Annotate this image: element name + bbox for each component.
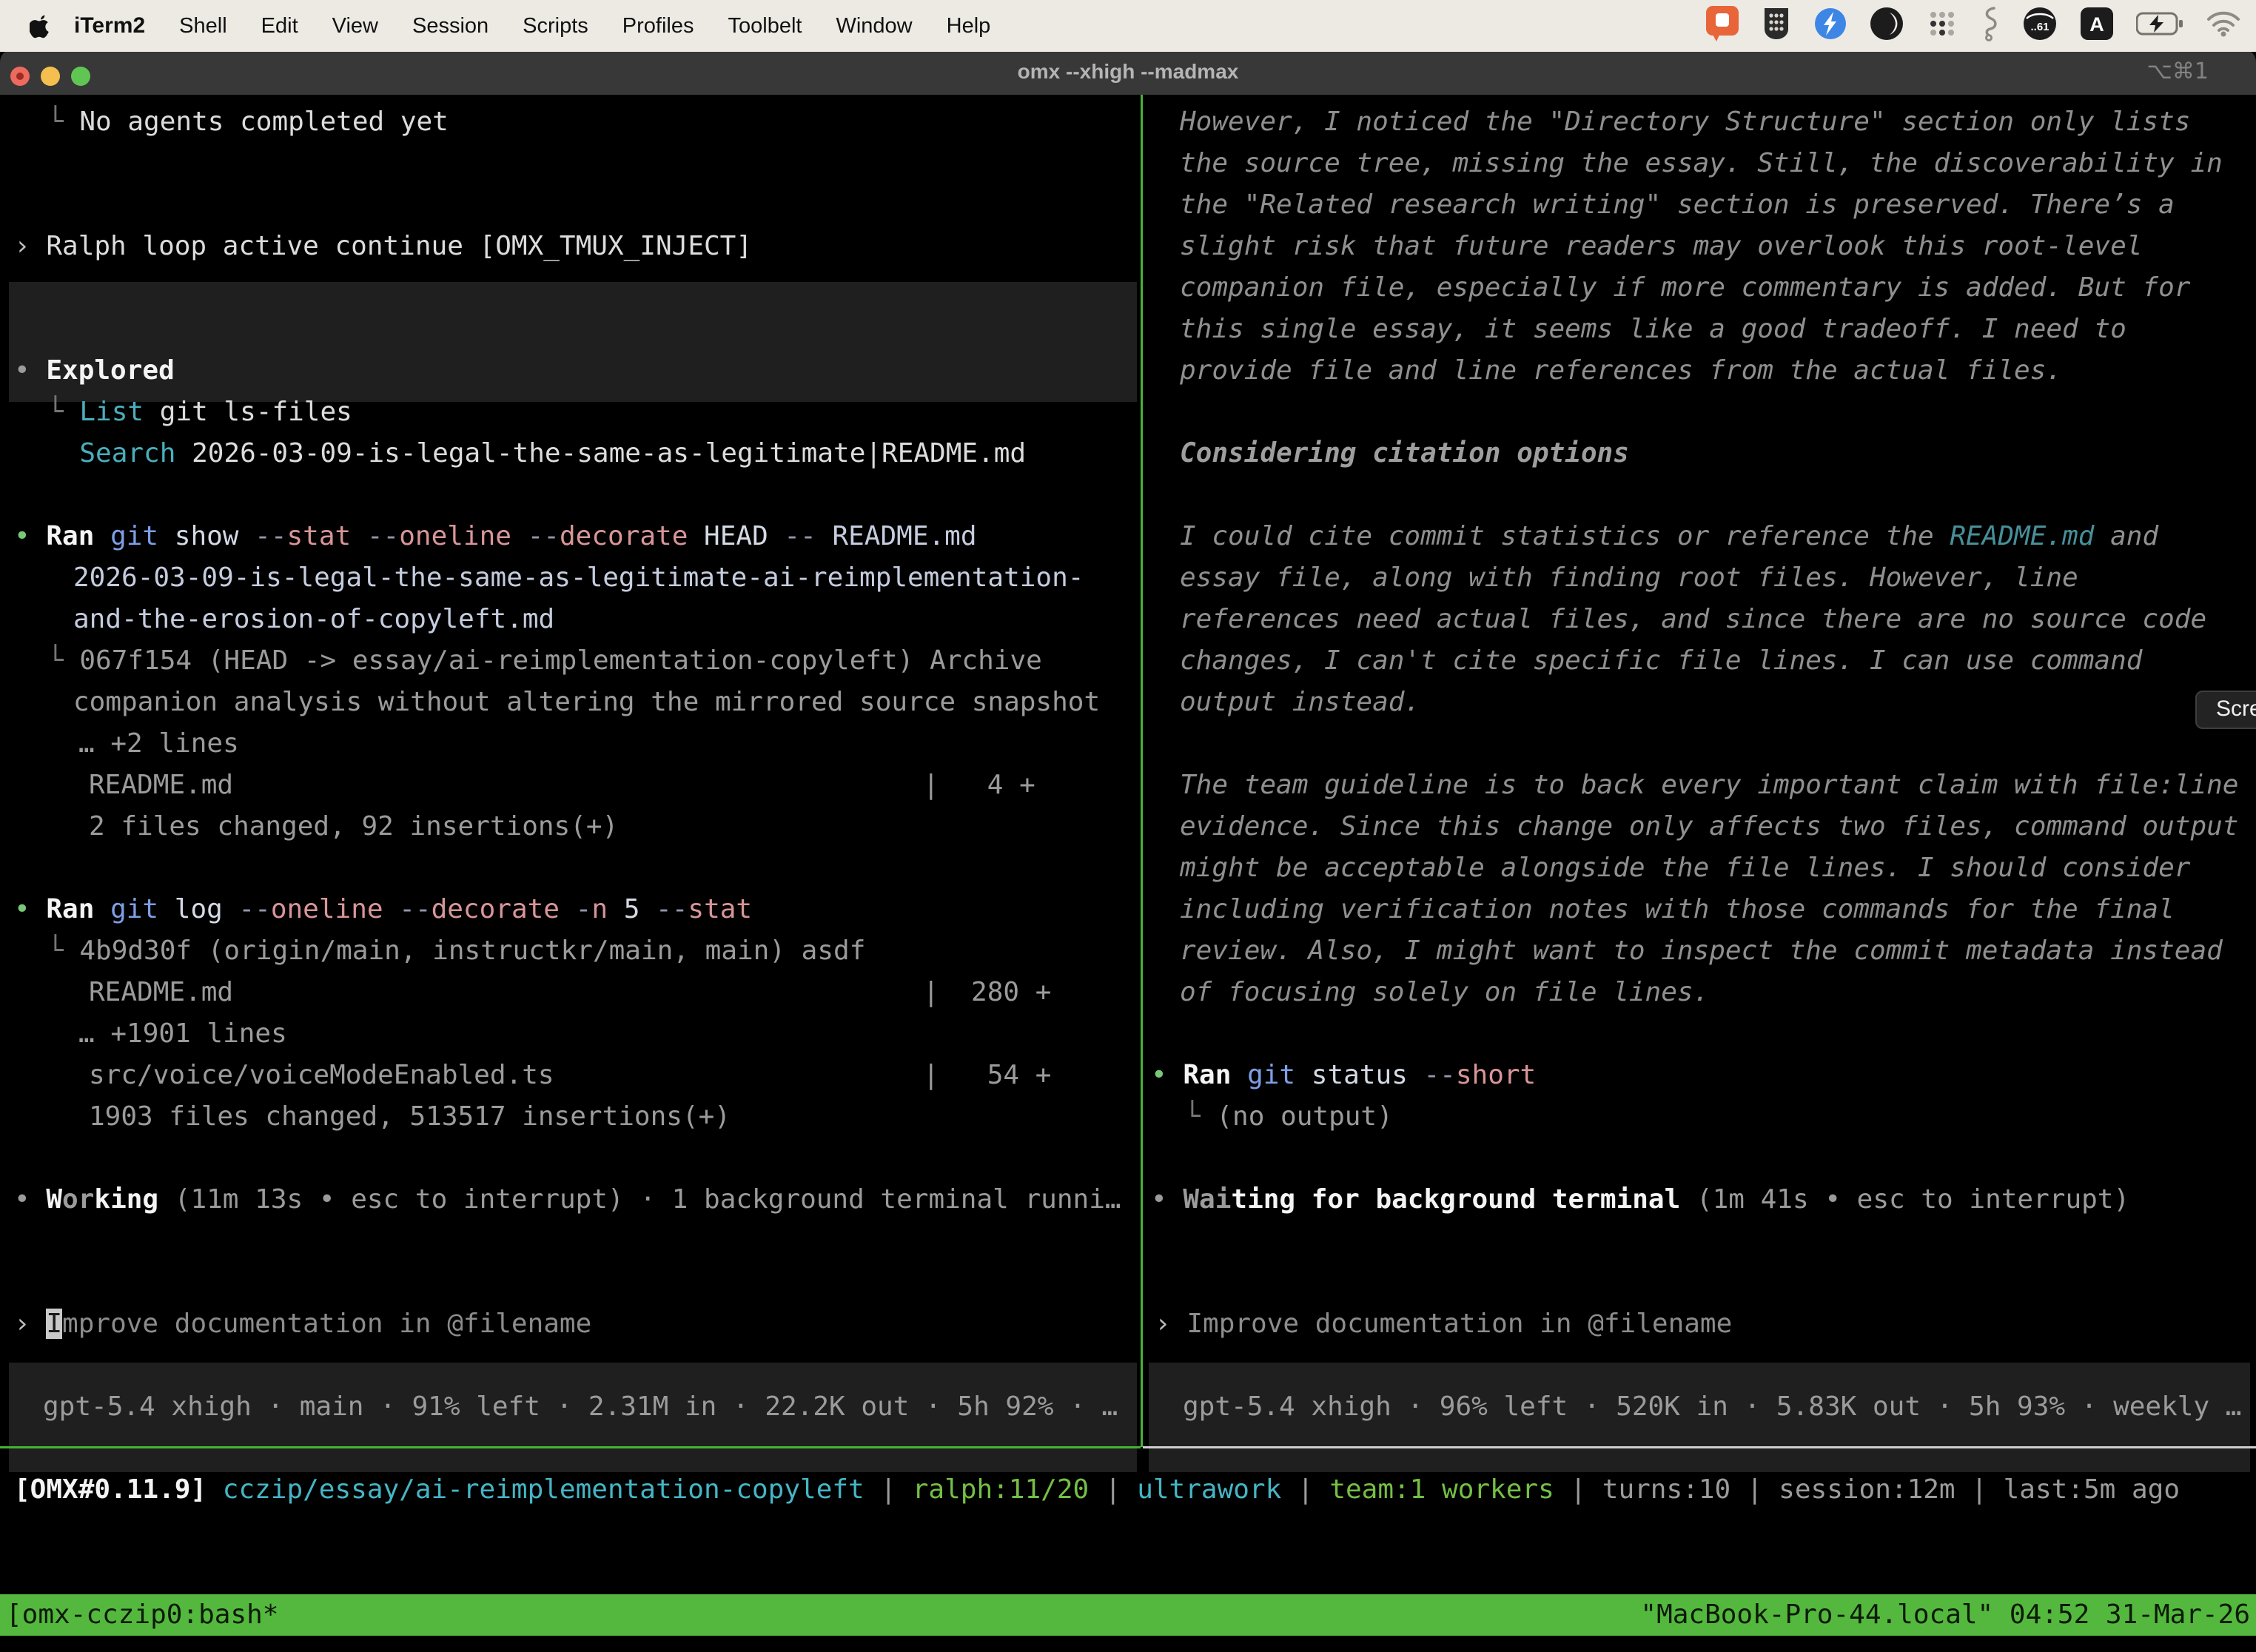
- terminal-line: › Improve documentation in @filename: [1155, 1303, 1732, 1345]
- terminal-line: this single essay, it seems like a good …: [1180, 309, 2126, 350]
- terminal-line: └ List git ls-files: [47, 392, 352, 433]
- pane-border-bottom-left: [0, 1446, 1141, 1448]
- terminal-content: └ No agents completed yet › Ralph loop ac…: [0, 95, 2256, 1594]
- terminal-line: and-the-erosion-of-copyleft.md: [73, 599, 554, 640]
- dots-grid-icon[interactable]: [1926, 7, 1958, 40]
- menu-bar: iTerm2 Shell Edit View Session Scripts Profile…: [0, 0, 2256, 52]
- wifi-icon[interactable]: [2206, 10, 2241, 37]
- keyboard-a-icon[interactable]: A: [2080, 7, 2114, 41]
- terminal-line: gpt-5.4 xhigh · 96% left · 520K in · 5.8…: [1183, 1386, 2241, 1428]
- terminal-line: the "Related research writing" section i…: [1180, 184, 2175, 226]
- moon-circle-icon[interactable]: [1870, 7, 1904, 41]
- svg-text:A: A: [2089, 13, 2104, 36]
- svg-text:..61: ..61: [2030, 21, 2049, 33]
- terminal-line: output instead.: [1180, 682, 1420, 723]
- squiggle-icon[interactable]: [1981, 6, 2000, 41]
- terminal-line: • Ran git show --stat --oneline --decora…: [14, 516, 977, 557]
- terminal-line: Search 2026-03-09-is-legal-the-same-as-l…: [47, 433, 1026, 474]
- terminal-line: evidence. Since this change only affects…: [1180, 806, 2238, 847]
- ralph-banner-box: [9, 282, 1137, 402]
- menu-item-profiles[interactable]: Profiles: [622, 14, 694, 38]
- menu-item-toolbelt[interactable]: Toolbelt: [728, 14, 802, 38]
- terminal-line: README.md | 4 +: [89, 765, 1035, 806]
- menu-item-session[interactable]: Session: [412, 14, 489, 38]
- terminal-line: › Ralph loop active continue [OMX_TMUX_I…: [14, 226, 752, 267]
- menu-item-scripts[interactable]: Scripts: [523, 14, 588, 38]
- terminal-line: slight risk that future readers may over…: [1180, 226, 2142, 267]
- terminal-line: • Waiting for background terminal (1m 41…: [1151, 1179, 2129, 1220]
- tmux-host-clock: "MacBook-Pro-44.local" 04:52 31-Mar-26: [1640, 1594, 2250, 1636]
- terminal-line: I could cite commit statistics or refere…: [1180, 516, 2158, 557]
- menu-status-icons: ..61 A: [1705, 0, 2241, 47]
- zoom-button[interactable]: [71, 67, 90, 86]
- terminal-line: references need actual files, and since …: [1180, 599, 2206, 640]
- messages-bubble-icon[interactable]: [1705, 5, 1739, 42]
- terminal-line: └ 067f154 (HEAD -> essay/ai-reimplementa…: [47, 640, 1042, 682]
- shield-grid-icon[interactable]: [1762, 7, 1791, 41]
- gauge-61-icon[interactable]: ..61: [2022, 7, 2058, 41]
- terminal-line: companion analysis without altering the …: [73, 682, 1100, 723]
- terminal-line: └ No agents completed yet: [47, 101, 449, 143]
- menu-item-iterm2[interactable]: iTerm2: [74, 13, 145, 38]
- battery-charging-icon[interactable]: [2136, 12, 2183, 36]
- terminal-line: might be acceptable alongside the file l…: [1180, 847, 2190, 889]
- terminal-line: • Ran git log --oneline --decorate -n 5 …: [14, 889, 752, 930]
- terminal-line: the source tree, missing the essay. Stil…: [1180, 143, 2223, 184]
- terminal-line: essay file, along with finding root file…: [1180, 557, 2078, 599]
- terminal-line: └ 4b9d30f (origin/main, instructkr/main,…: [47, 930, 865, 972]
- pane-divider-vertical[interactable]: [1141, 95, 1143, 1447]
- terminal-line: └ (no output): [1184, 1096, 1393, 1138]
- terminal-line: • Ran git status --short: [1151, 1055, 1536, 1096]
- menu-item-window[interactable]: Window: [836, 14, 912, 38]
- terminal-line: Considering citation options: [1180, 433, 1629, 474]
- pane-border-bottom-right: [1143, 1446, 2256, 1448]
- terminal-line: › Improve documentation in @filename: [14, 1303, 591, 1345]
- tmux-window-label[interactable]: [omx-cczip0:bash*: [6, 1594, 278, 1636]
- window-shortcut-badge: ⌥⌘1: [2146, 49, 2209, 95]
- terminal-line: README.md | 280 +: [89, 972, 1051, 1013]
- menu-item-view[interactable]: View: [332, 14, 378, 38]
- terminal-line: • Working (11m 13s • esc to interrupt) ·…: [14, 1179, 1121, 1220]
- terminal-line: including verification notes with those …: [1180, 889, 2175, 930]
- terminal-line: 2 files changed, 92 insertions(+): [89, 806, 618, 847]
- window-title: omx --xhigh --madmax: [0, 49, 2256, 95]
- terminal-line: The team guideline is to back every impo…: [1180, 765, 2238, 806]
- terminal-line: • Explored: [14, 350, 175, 392]
- terminal-line: src/voice/voiceModeEnabled.ts | 54 +: [89, 1055, 1051, 1096]
- tmux-status-bar: [omx-cczip0:bash* "MacBook-Pro-44.local"…: [0, 1594, 2256, 1636]
- terminal-line: … +2 lines: [78, 723, 239, 765]
- terminal-line: of focusing solely on file lines.: [1180, 972, 1709, 1013]
- terminal-line: [OMX#0.11.9] cczip/essay/ai-reimplementa…: [14, 1469, 2180, 1511]
- terminal-line: 1903 files changed, 513517 insertions(+): [89, 1096, 731, 1138]
- terminal-line: However, I noticed the "Directory Struct…: [1180, 101, 2190, 143]
- minimize-button[interactable]: [41, 67, 60, 86]
- apple-menu-icon[interactable]: [30, 13, 52, 38]
- terminal-line: … +1901 lines: [78, 1013, 287, 1055]
- verified-badge-icon[interactable]: [1813, 7, 1847, 41]
- menu-item-help[interactable]: Help: [947, 14, 991, 38]
- terminal-line: provide file and line references from th…: [1180, 350, 2062, 392]
- terminal-line: gpt-5.4 xhigh · main · 91% left · 2.31M …: [43, 1386, 1118, 1428]
- terminal-line: 2026-03-09-is-legal-the-same-as-legitima…: [73, 557, 1084, 599]
- close-button[interactable]: [10, 67, 30, 86]
- screen-share-button[interactable]: Scre: [2195, 691, 2256, 729]
- menu-item-edit[interactable]: Edit: [261, 14, 298, 38]
- menu-item-shell[interactable]: Shell: [179, 14, 227, 38]
- terminal-line: changes, I can't cite specific file line…: [1180, 640, 2142, 682]
- terminal-line: review. Also, I might want to inspect th…: [1180, 930, 2223, 972]
- menu-items: iTerm2 Shell Edit View Session Scripts Profile…: [74, 13, 1024, 38]
- terminal-line: companion file, especially if more comme…: [1180, 267, 2190, 309]
